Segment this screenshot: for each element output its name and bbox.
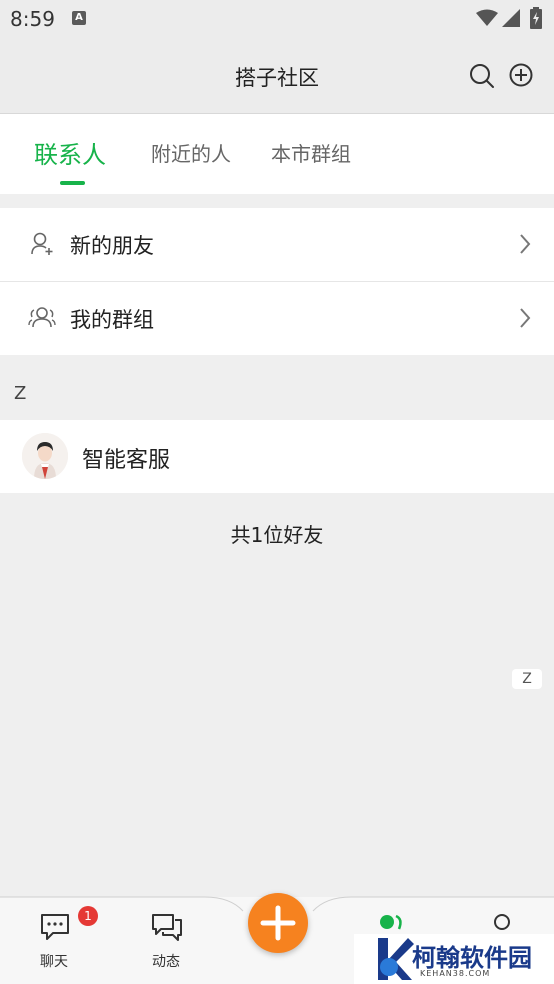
friend-count: 共1位好友: [230, 523, 324, 547]
avatar: [22, 433, 68, 479]
new-friends-row[interactable]: 新的朋友: [0, 208, 554, 281]
new-friends-label: 新的朋友: [70, 234, 154, 258]
moments-icon[interactable]: [151, 913, 183, 941]
watermark-subtext: KEHAN38.COM: [420, 969, 491, 978]
watermark-text: 柯翰软件园: [412, 944, 532, 972]
status-bar: 8:59 A: [0, 0, 554, 38]
group-icon: [28, 307, 56, 328]
my-groups-label: 我的群组: [70, 308, 154, 332]
tab-contacts[interactable]: 联系人: [34, 135, 106, 170]
watermark: 柯翰软件园 KEHAN38.COM: [354, 934, 554, 984]
battery-icon: [530, 7, 542, 29]
add-circle-icon[interactable]: [509, 63, 535, 89]
tab-city-groups[interactable]: 本市群组: [271, 138, 351, 167]
profile-icon[interactable]: [490, 913, 514, 933]
wifi-icon: [476, 9, 498, 26]
avatar-image: [22, 433, 68, 479]
signal-icon: [502, 9, 520, 27]
status-time: 8:59: [10, 7, 55, 31]
nav-moments-label[interactable]: 动态: [152, 951, 180, 971]
notification-icon: A: [72, 11, 86, 25]
search-icon[interactable]: [469, 63, 495, 89]
publish-button[interactable]: [248, 893, 308, 953]
index-letter-z[interactable]: Z: [512, 669, 542, 689]
chevron-right-icon: [520, 308, 531, 328]
tab-nearby[interactable]: 附近的人: [151, 138, 231, 167]
chevron-right-icon: [520, 234, 531, 254]
add-user-icon: [31, 232, 53, 255]
nav-chat-label[interactable]: 聊天: [40, 951, 68, 971]
tab-bar: 联系人 附近的人 本市群组: [0, 114, 554, 194]
chat-unread-badge: 1: [78, 906, 98, 926]
app-header: 搭子社区: [0, 38, 554, 114]
chat-icon[interactable]: [40, 913, 70, 941]
contact-row[interactable]: 智能客服: [0, 420, 554, 493]
contact-name: 智能客服: [82, 448, 171, 473]
section-header-z: Z: [14, 383, 27, 404]
contacts-icon[interactable]: [377, 913, 405, 933]
plus-icon: [260, 905, 296, 941]
my-groups-row[interactable]: 我的群组: [0, 282, 554, 355]
watermark-logo-icon: [378, 938, 414, 980]
tab-indicator: [60, 181, 85, 185]
